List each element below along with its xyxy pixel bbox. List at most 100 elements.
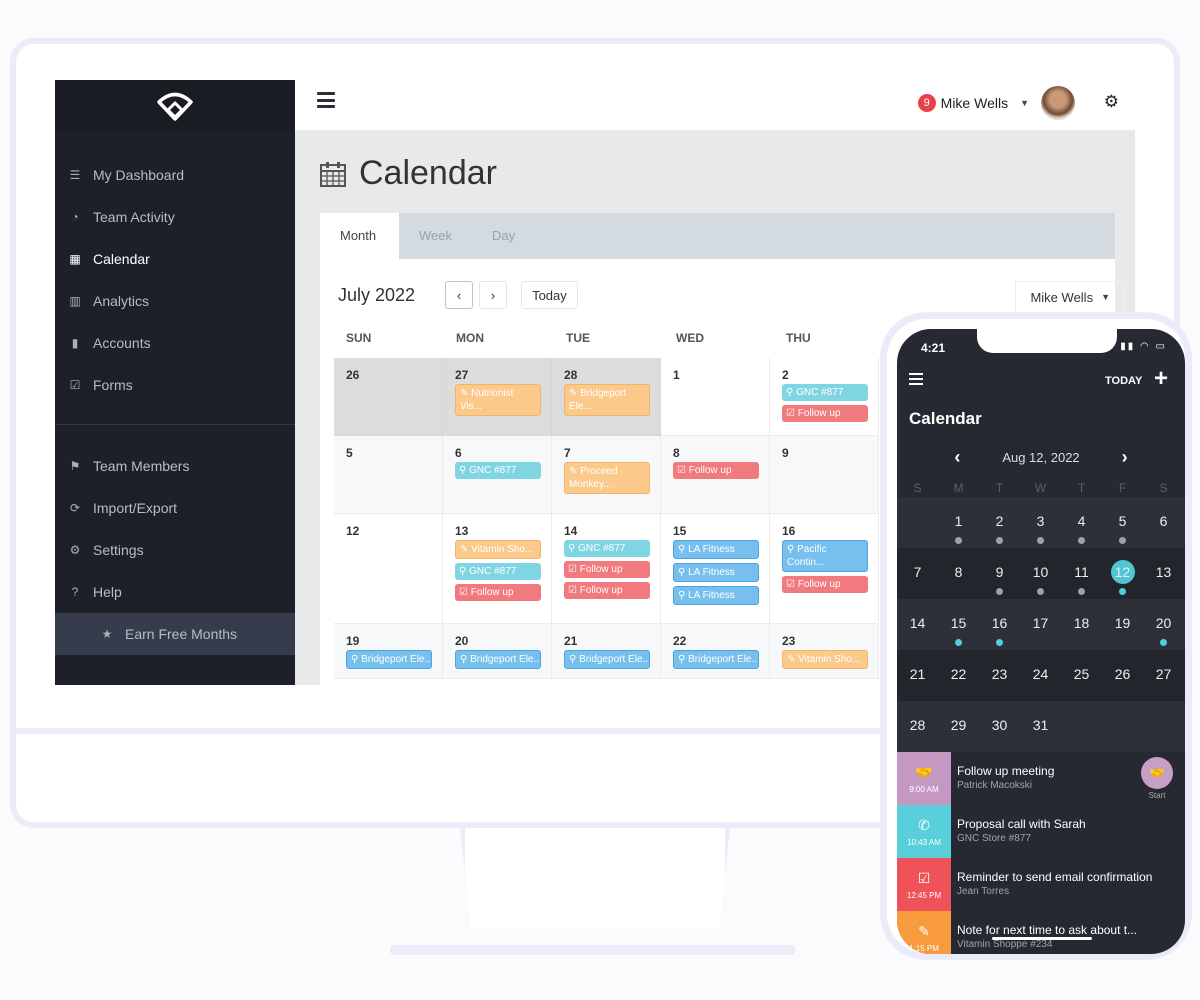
- calendar-event[interactable]: ☑ Follow up: [673, 462, 759, 479]
- calendar-day-cell[interactable]: 12: [334, 514, 443, 624]
- calendar-event[interactable]: ☑ Follow up: [455, 584, 541, 601]
- sidebar-item-earn-free-months[interactable]: ★ Earn Free Months: [55, 613, 295, 655]
- sidebar-item-settings[interactable]: ⚙ Settings: [55, 529, 295, 571]
- calendar-event[interactable]: ✎ Nutrionist Vis...: [455, 384, 541, 416]
- mobile-day-cell[interactable]: 30: [979, 701, 1020, 752]
- calendar-day-cell[interactable]: 21 ⚲ Bridgeport Ele...: [552, 624, 661, 679]
- notification-badge[interactable]: 9: [917, 94, 936, 112]
- calendar-day-cell[interactable]: 9: [770, 436, 879, 514]
- calendar-event[interactable]: ☑ Follow up: [782, 576, 868, 593]
- next-month-button[interactable]: ›: [479, 281, 508, 309]
- mobile-day-cell[interactable]: 9: [979, 548, 1020, 599]
- calendar-day-cell[interactable]: 6 ⚲ GNC #877: [443, 436, 552, 514]
- sidebar-item-calendar[interactable]: ▦ Calendar: [55, 238, 295, 280]
- calendar-day-cell[interactable]: 5: [334, 436, 443, 514]
- calendar-event[interactable]: ⚲ Bridgeport Ele...: [564, 650, 650, 669]
- mobile-day-cell[interactable]: 6: [1143, 497, 1184, 548]
- calendar-event[interactable]: ☑ Follow up: [782, 405, 868, 422]
- calendar-event[interactable]: ⚲ GNC #877: [564, 540, 650, 557]
- mobile-day-cell[interactable]: 2: [979, 497, 1020, 548]
- user-name[interactable]: Mike Wells: [941, 95, 1008, 111]
- calendar-day-cell[interactable]: 14 ⚲ GNC #877 ☑ Follow up ☑ Follow up: [552, 514, 661, 624]
- calendar-day-cell[interactable]: 28 ✎ Bridgeport Ele...: [552, 358, 661, 436]
- calendar-event[interactable]: ✎ Vitamin Sho...: [455, 540, 541, 559]
- mobile-day-cell[interactable]: 21: [897, 650, 938, 701]
- mobile-day-cell[interactable]: 12: [1102, 548, 1143, 599]
- calendar-day-cell[interactable]: 13 ✎ Vitamin Sho... ⚲ GNC #877 ☑ Follow up: [443, 514, 552, 624]
- mobile-day-cell[interactable]: 23: [979, 650, 1020, 701]
- gear-icon[interactable]: ⚙: [1104, 92, 1119, 112]
- mobile-day-cell[interactable]: 24: [1020, 650, 1061, 701]
- mobile-day-cell[interactable]: 20: [1143, 599, 1184, 650]
- user-filter-select[interactable]: Mike Wells ▼: [1015, 281, 1125, 313]
- sidebar-item-forms[interactable]: ☑ Forms: [55, 364, 295, 406]
- calendar-event[interactable]: ⚲ LA Fitness: [673, 563, 759, 582]
- mobile-day-cell[interactable]: 10: [1020, 548, 1061, 599]
- calendar-day-cell[interactable]: 22 ⚲ Bridgeport Ele...: [661, 624, 770, 679]
- menu-toggle-button[interactable]: [317, 92, 335, 108]
- calendar-event[interactable]: ⚲ GNC #877: [455, 462, 541, 479]
- start-meeting-button[interactable]: 🤝 Start: [1141, 757, 1173, 800]
- mobile-day-cell[interactable]: 14: [897, 599, 938, 650]
- agenda-item[interactable]: ☑ 12:45 PM Reminder to send email confir…: [897, 858, 1185, 911]
- sidebar-item-import-export[interactable]: ⟳ Import/Export: [55, 487, 295, 529]
- mobile-day-cell[interactable]: 19: [1102, 599, 1143, 650]
- mobile-today-button[interactable]: TODAY: [1105, 375, 1142, 387]
- add-event-button[interactable]: +: [1154, 365, 1168, 393]
- mobile-day-cell[interactable]: 22: [938, 650, 979, 701]
- calendar-event[interactable]: ⚲ Pacific Contin...: [782, 540, 868, 572]
- calendar-event[interactable]: ⚲ Bridgeport Ele...: [673, 650, 759, 669]
- calendar-event[interactable]: ⚲ GNC #877: [782, 384, 868, 401]
- calendar-event[interactable]: ✎ Proceed Monkey...: [564, 462, 650, 494]
- sidebar-item-analytics[interactable]: ▥ Analytics: [55, 280, 295, 322]
- mobile-day-cell[interactable]: 7: [897, 548, 938, 599]
- mobile-day-cell[interactable]: 3: [1020, 497, 1061, 548]
- mobile-day-cell[interactable]: 15: [938, 599, 979, 650]
- calendar-day-cell[interactable]: 16 ⚲ Pacific Contin... ☑ Follow up: [770, 514, 879, 624]
- calendar-day-cell[interactable]: 8 ☑ Follow up: [661, 436, 770, 514]
- mobile-day-cell[interactable]: 16: [979, 599, 1020, 650]
- chevron-down-icon[interactable]: ▼: [1020, 98, 1029, 108]
- calendar-day-cell[interactable]: 26: [334, 358, 443, 436]
- agenda-item[interactable]: ✎ 1:15 PM Note for next time to ask abou…: [897, 911, 1185, 954]
- agenda-item[interactable]: 🤝 9:00 AM Follow up meeting Patrick Maco…: [897, 752, 1185, 805]
- prev-month-button[interactable]: ‹: [445, 281, 474, 309]
- calendar-event[interactable]: ⚲ GNC #877: [455, 563, 541, 580]
- app-logo[interactable]: [55, 80, 295, 132]
- calendar-day-cell[interactable]: 27 ✎ Nutrionist Vis...: [443, 358, 552, 436]
- sidebar-item-accounts[interactable]: ▮ Accounts: [55, 322, 295, 364]
- mobile-day-cell[interactable]: 1: [938, 497, 979, 548]
- tab-month[interactable]: Month: [320, 213, 399, 259]
- calendar-day-cell[interactable]: 20 ⚲ Bridgeport Ele...: [443, 624, 552, 679]
- calendar-day-cell[interactable]: 23 ✎ Vitamin Sho...: [770, 624, 879, 679]
- mobile-day-cell[interactable]: 8: [938, 548, 979, 599]
- tab-day[interactable]: Day: [472, 213, 535, 259]
- today-button[interactable]: Today: [521, 281, 578, 309]
- calendar-day-cell[interactable]: 7 ✎ Proceed Monkey...: [552, 436, 661, 514]
- avatar[interactable]: [1041, 86, 1075, 120]
- calendar-event[interactable]: ✎ Vitamin Sho...: [782, 650, 868, 669]
- mobile-day-cell[interactable]: 13: [1143, 548, 1184, 599]
- calendar-event[interactable]: ⚲ Bridgeport Ele...: [455, 650, 541, 669]
- calendar-day-cell[interactable]: 2 ⚲ GNC #877 ☑ Follow up: [770, 358, 879, 436]
- mobile-menu-button[interactable]: [909, 373, 923, 385]
- mobile-day-cell[interactable]: 31: [1020, 701, 1061, 752]
- calendar-event[interactable]: ⚲ LA Fitness: [673, 586, 759, 605]
- agenda-item[interactable]: ✆ 10:43 AM Proposal call with Sarah GNC …: [897, 805, 1185, 858]
- prev-day-button[interactable]: ‹: [954, 447, 960, 468]
- mobile-day-cell[interactable]: 26: [1102, 650, 1143, 701]
- mobile-day-cell[interactable]: 11: [1061, 548, 1102, 599]
- calendar-event[interactable]: ⚲ LA Fitness: [673, 540, 759, 559]
- calendar-event[interactable]: ☑ Follow up: [564, 561, 650, 578]
- mobile-day-cell[interactable]: 25: [1061, 650, 1102, 701]
- sidebar-item-my-dashboard[interactable]: ☰ My Dashboard: [55, 154, 295, 196]
- calendar-day-cell[interactable]: 19 ⚲ Bridgeport Ele...: [334, 624, 443, 679]
- calendar-day-cell[interactable]: 1: [661, 358, 770, 436]
- calendar-event[interactable]: ☑ Follow up: [564, 582, 650, 599]
- mobile-day-cell[interactable]: 18: [1061, 599, 1102, 650]
- mobile-day-cell[interactable]: 27: [1143, 650, 1184, 701]
- mobile-day-cell[interactable]: 28: [897, 701, 938, 752]
- sidebar-item-help[interactable]: ? Help: [55, 571, 295, 613]
- calendar-event[interactable]: ✎ Bridgeport Ele...: [564, 384, 650, 416]
- calendar-event[interactable]: ⚲ Bridgeport Ele...: [346, 650, 432, 669]
